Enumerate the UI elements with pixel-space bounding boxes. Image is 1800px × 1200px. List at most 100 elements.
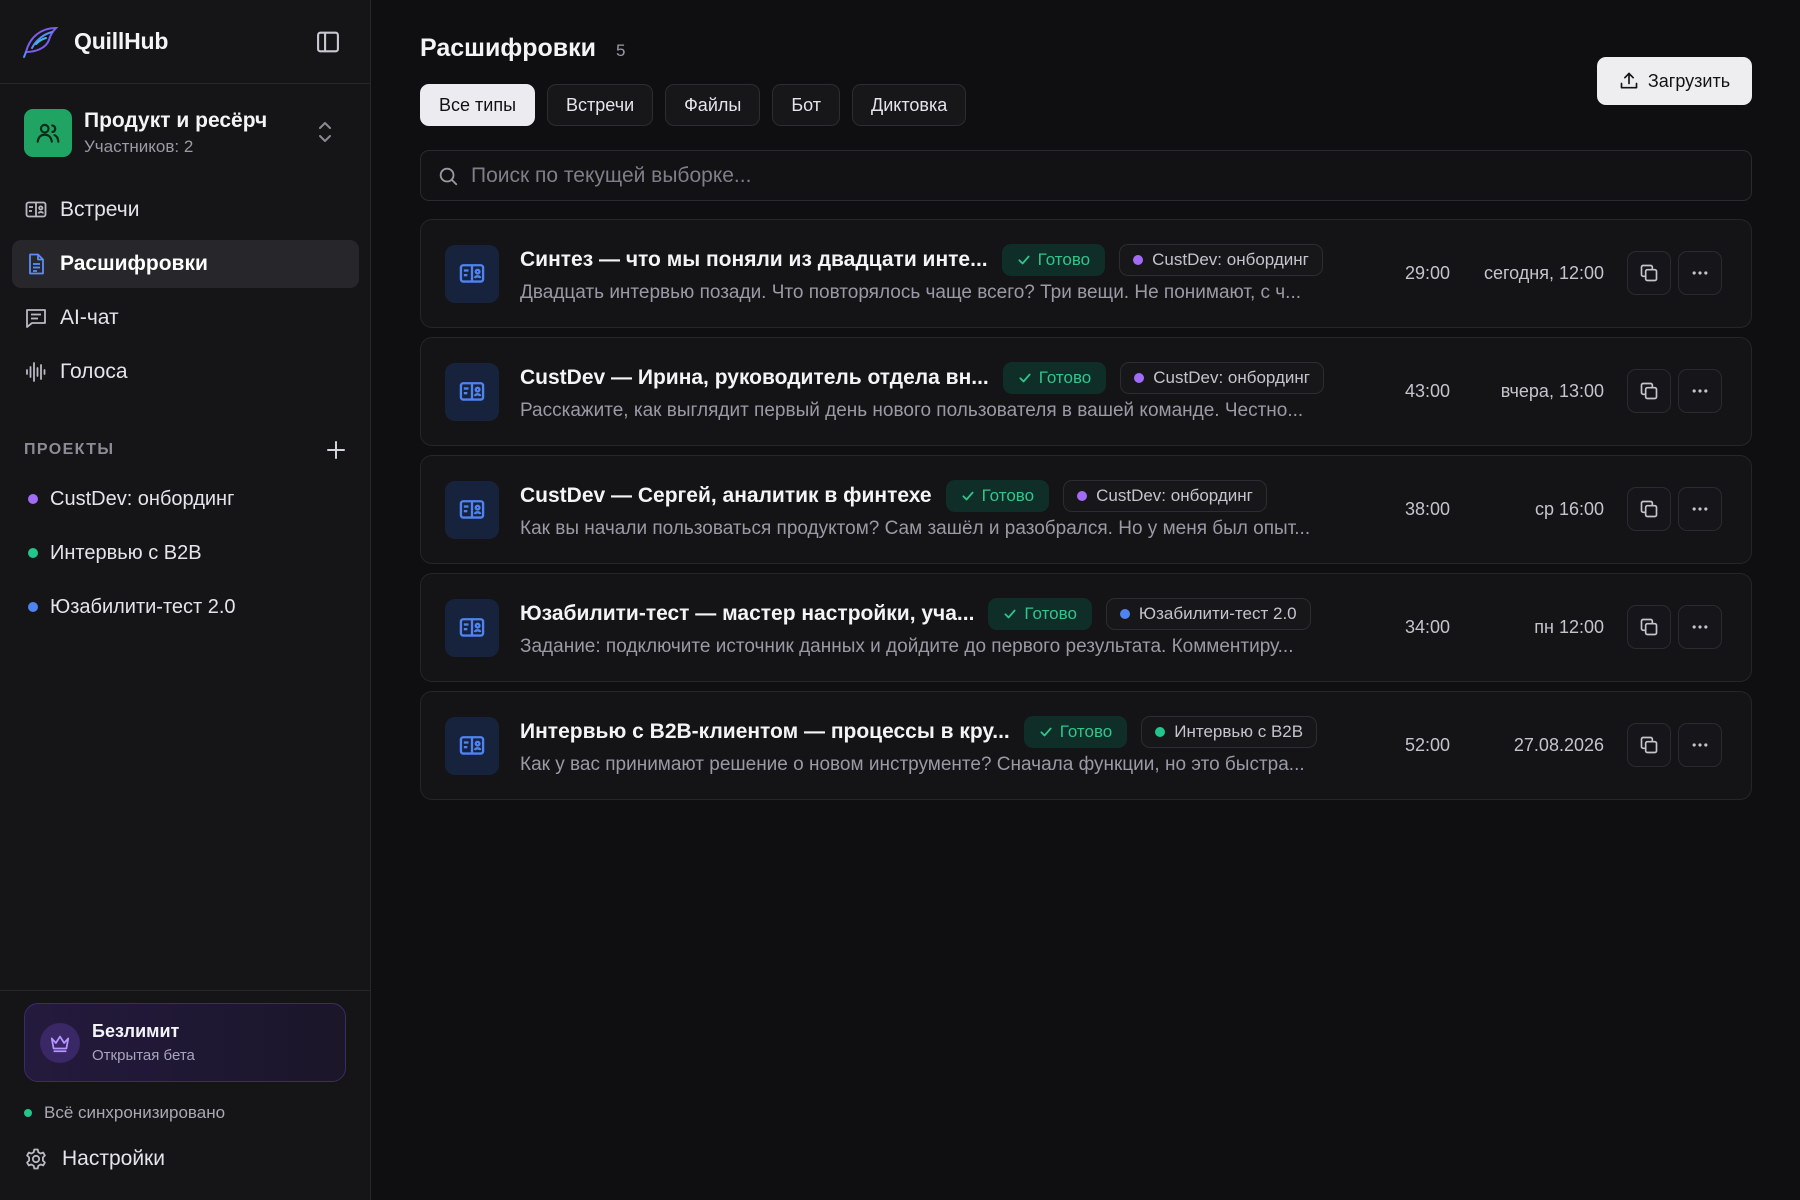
project-item-usability-test[interactable]: Юзабилити-тест 2.0	[28, 580, 348, 634]
project-item-b2b-interviews[interactable]: Интервью с B2B	[28, 526, 348, 580]
filter-files[interactable]: Файлы	[665, 84, 761, 126]
collapse-sidebar-button[interactable]	[314, 28, 342, 56]
plus-icon	[327, 441, 345, 459]
projects-header: ПРОЕКТЫ	[24, 438, 348, 462]
more-options-button[interactable]	[1678, 723, 1722, 767]
logo-icon	[22, 22, 60, 60]
projects-title: ПРОЕКТЫ	[24, 441, 115, 458]
page-header: Расшифровки 5	[420, 34, 626, 63]
transcript-row[interactable]: CustDev — Сергей, аналитик в финтехе Гот…	[420, 455, 1752, 564]
project-badge-label: Юзабилити-тест 2.0	[1138, 604, 1297, 623]
copy-button[interactable]	[1627, 369, 1671, 413]
more-options-button[interactable]	[1678, 251, 1722, 295]
status-label: Готово	[1037, 250, 1091, 269]
transcript-title[interactable]: CustDev — Сергей, аналитик в финтехе	[520, 484, 932, 508]
transcript-row[interactable]: Синтез — что мы поняли из двадцати инте.…	[420, 219, 1752, 328]
crown-icon	[40, 1022, 80, 1063]
workspace-switcher[interactable]: Продукт и ресёрч Участников: 2	[24, 107, 348, 159]
filter-bot[interactable]: Бот	[772, 84, 840, 126]
transcript-duration: 52:00	[1405, 735, 1451, 755]
meeting-type-icon	[445, 481, 499, 539]
transcript-snippet: Задание: подключите источник данных и до…	[520, 636, 1294, 657]
transcript-snippet: Как вы начали пользоваться продуктом? Са…	[520, 518, 1311, 539]
type-filters: Все типы Встречи Файлы Бот Диктовка	[420, 84, 967, 126]
transcript-row[interactable]: Юзабилити-тест — мастер настройки, уча..…	[420, 573, 1752, 682]
more-options-button[interactable]	[1678, 487, 1722, 531]
upload-button[interactable]: Загрузить	[1597, 57, 1752, 105]
nav-item-label: Голоса	[60, 360, 128, 383]
status-label: Готово	[1059, 722, 1113, 741]
project-badge[interactable]: CustDev: онбординг	[1063, 480, 1267, 512]
main-nav: Встречи Расшифровки AI-чат Голоса	[12, 186, 359, 402]
more-options-button[interactable]	[1678, 605, 1722, 649]
voices-icon	[24, 360, 48, 384]
workspace-avatar	[24, 109, 72, 157]
filter-dictation[interactable]: Диктовка	[852, 84, 967, 126]
brand[interactable]: QuillHub	[22, 22, 168, 60]
transcript-date: 27.08.2026	[1513, 735, 1604, 755]
upload-icon	[1619, 71, 1639, 91]
plan-subtitle: Открытая бета	[92, 1047, 195, 1064]
nav-item-voices[interactable]: Голоса	[12, 348, 359, 396]
plan-card[interactable]: Безлимит Открытая бета	[24, 1003, 346, 1082]
nav-item-ai-chat[interactable]: AI-чат	[12, 294, 359, 342]
project-badge[interactable]: Интервью с B2B	[1141, 716, 1318, 748]
copy-icon	[1640, 500, 1658, 518]
filter-meetings[interactable]: Встречи	[547, 84, 654, 126]
status-badge: Готово	[945, 480, 1050, 512]
meetings-icon	[24, 198, 48, 222]
settings-link[interactable]: Настройки	[24, 1147, 165, 1171]
search-icon	[437, 165, 459, 187]
project-item-custdev-onboarding[interactable]: CustDev: онбординг	[28, 472, 348, 526]
project-color-dot	[1134, 373, 1145, 383]
project-color-dot	[28, 494, 38, 504]
copy-button[interactable]	[1627, 487, 1671, 531]
project-badge[interactable]: CustDev: онбординг	[1120, 362, 1325, 394]
transcript-row[interactable]: CustDev — Ирина, руководитель отдела вн.…	[420, 337, 1752, 446]
transcripts-list: Синтез — что мы поняли из двадцати инте.…	[420, 219, 1752, 809]
meeting-type-icon	[445, 363, 499, 421]
transcript-title[interactable]: Синтез — что мы поняли из двадцати инте.…	[520, 248, 988, 272]
transcript-title[interactable]: CustDev — Ирина, руководитель отдела вн.…	[520, 366, 989, 390]
filter-all-types[interactable]: Все типы	[420, 84, 536, 126]
copy-icon	[1640, 618, 1658, 636]
nav-item-meetings[interactable]: Встречи	[12, 186, 359, 234]
more-horizontal-icon	[1692, 389, 1708, 393]
transcript-duration: 38:00	[1405, 499, 1451, 519]
transcript-snippet: Как у вас принимают решение о новом инст…	[520, 754, 1305, 775]
chevrons-up-down-icon	[314, 119, 336, 145]
add-project-button[interactable]	[324, 438, 348, 462]
transcript-date: пн 12:00	[1534, 617, 1604, 637]
project-color-dot	[1133, 255, 1144, 265]
search-box	[420, 150, 1752, 201]
sync-dot	[24, 1109, 32, 1117]
transcript-date: вчера, 13:00	[1500, 381, 1604, 401]
transcript-title[interactable]: Юзабилити-тест — мастер настройки, уча..…	[520, 602, 974, 626]
project-color-dot	[28, 602, 38, 612]
project-badge-label: CustDev: онбординг	[1153, 368, 1311, 387]
gear-icon	[24, 1147, 48, 1171]
copy-button[interactable]	[1627, 605, 1671, 649]
workspace-members: Участников: 2	[84, 137, 194, 156]
project-badge[interactable]: Юзабилити-тест 2.0	[1105, 598, 1311, 630]
copy-button[interactable]	[1627, 251, 1671, 295]
sync-label: Всё синхронизировано	[44, 1103, 226, 1122]
transcript-duration: 43:00	[1405, 381, 1451, 401]
transcript-snippet: Двадцать интервью позади. Что повторялос…	[520, 282, 1302, 303]
search-input[interactable]	[471, 163, 1751, 188]
check-icon	[962, 491, 974, 501]
projects-list: CustDev: онбординг Интервью с B2B Юзабил…	[28, 472, 348, 634]
project-label: CustDev: онбординг	[50, 487, 235, 510]
more-horizontal-icon	[1692, 271, 1708, 275]
transcript-title[interactable]: Интервью с B2B-клиентом — процессы в кру…	[520, 720, 1010, 744]
status-label: Готово	[981, 486, 1035, 505]
sidebar: QuillHub Продукт и ресёрч Участников: 2	[0, 0, 371, 1200]
settings-label: Настройки	[62, 1147, 165, 1170]
copy-button[interactable]	[1627, 723, 1671, 767]
more-options-button[interactable]	[1678, 369, 1722, 413]
plan-title: Безлимит	[92, 1021, 180, 1041]
project-badge-label: Интервью с B2B	[1174, 722, 1304, 741]
project-badge[interactable]: CustDev: онбординг	[1119, 244, 1323, 276]
nav-item-transcripts[interactable]: Расшифровки	[12, 240, 359, 288]
transcript-row[interactable]: Интервью с B2B-клиентом — процессы в кру…	[420, 691, 1752, 800]
